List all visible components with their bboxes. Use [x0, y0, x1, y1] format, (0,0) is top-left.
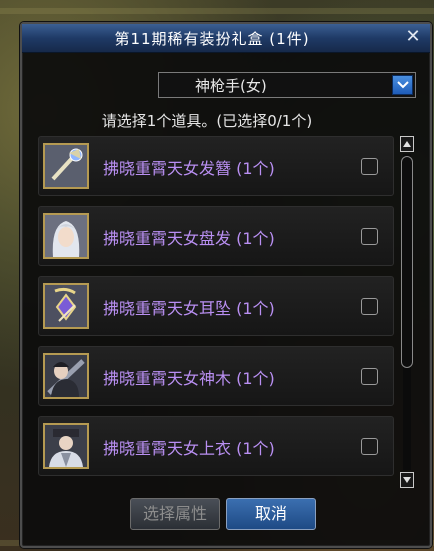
dialog-titlebar[interactable]: 第11期稀有装扮礼盒 (1件) ✕: [22, 24, 430, 53]
item-name: 拂晓重霄天女发簪 (1个): [103, 159, 275, 178]
item-name: 拂晓重霄天女上衣 (1个): [103, 439, 275, 458]
hairpin-icon: [43, 143, 89, 189]
selection-instruction: 请选择1个道具。(已选择0/1个): [101, 112, 313, 130]
item-checkbox[interactable]: [361, 298, 378, 315]
earring-icon: [43, 283, 89, 329]
background-stripe: [0, 8, 434, 14]
job-select-value: 神枪手(女): [195, 77, 267, 95]
job-select-dropdown[interactable]: 神枪手(女): [158, 72, 416, 98]
weapon-portrait-icon: [43, 353, 89, 399]
cancel-button[interactable]: 取消: [226, 498, 316, 530]
list-item[interactable]: 拂晓重霄天女神木 (1个): [38, 346, 394, 406]
scroll-down-icon[interactable]: [400, 472, 414, 488]
item-checkbox[interactable]: [361, 228, 378, 245]
top-portrait-icon: [43, 423, 89, 469]
scroll-up-icon[interactable]: [400, 136, 414, 152]
item-checkbox[interactable]: [361, 158, 378, 175]
dialog-title: 第11期稀有装扮礼盒 (1件): [114, 30, 310, 48]
scroll-thumb[interactable]: [401, 156, 413, 368]
select-attribute-button[interactable]: 选择属性: [130, 498, 220, 530]
item-name: 拂晓重霄天女神木 (1个): [103, 369, 275, 388]
item-checkbox[interactable]: [361, 368, 378, 385]
item-list: 拂晓重霄天女发簪 (1个) 拂晓重霄天女盘发 (1个) 拂晓重霄天女耳坠 (1个…: [38, 136, 394, 484]
gift-box-dialog: 第11期稀有装扮礼盒 (1件) ✕ 神枪手(女) 请选择1个道具。(已选择0/1…: [20, 22, 432, 548]
list-item[interactable]: 拂晓重霄天女耳坠 (1个): [38, 276, 394, 336]
list-scrollbar[interactable]: [400, 136, 414, 488]
item-name: 拂晓重霄天女盘发 (1个): [103, 229, 275, 248]
list-item[interactable]: 拂晓重霄天女上衣 (1个): [38, 416, 394, 476]
chevron-down-icon[interactable]: [392, 75, 413, 95]
item-name: 拂晓重霄天女耳坠 (1个): [103, 299, 275, 318]
close-button[interactable]: ✕: [402, 26, 424, 48]
hair-portrait-icon: [43, 213, 89, 259]
list-item[interactable]: 拂晓重霄天女发簪 (1个): [38, 136, 394, 196]
list-item[interactable]: 拂晓重霄天女盘发 (1个): [38, 206, 394, 266]
item-checkbox[interactable]: [361, 438, 378, 455]
